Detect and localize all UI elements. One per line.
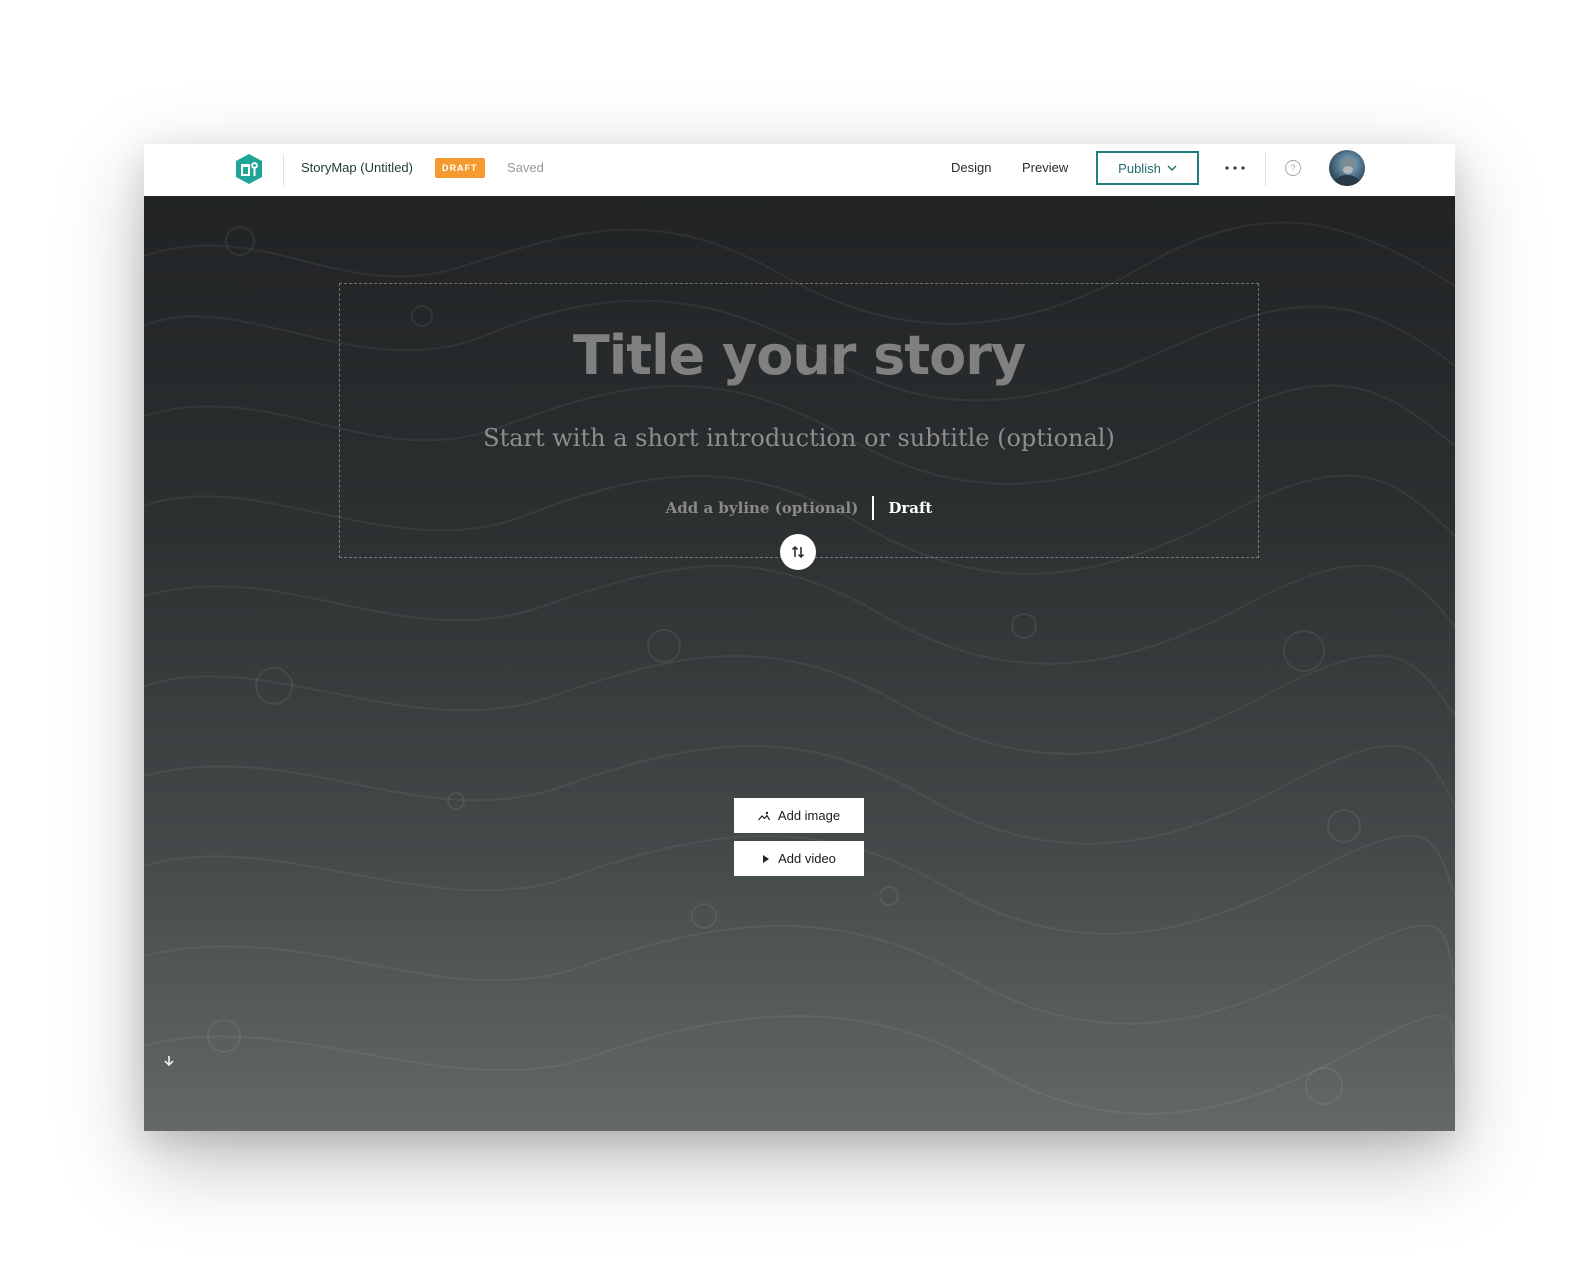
header-divider [283, 154, 284, 186]
user-avatar[interactable] [1329, 150, 1365, 186]
more-horizontal-icon [1225, 166, 1245, 170]
byline-separator [872, 496, 875, 520]
more-options-button[interactable] [1222, 156, 1248, 180]
question-icon[interactable]: ? [1285, 160, 1301, 176]
swap-layout-button[interactable] [780, 534, 816, 570]
play-icon [763, 854, 770, 863]
arrow-down-icon[interactable] [162, 1054, 176, 1068]
chevron-down-icon [1167, 165, 1177, 171]
byline-row: Add a byline (optional) Draft [340, 496, 1258, 520]
story-cover: Title your story Start with a short intr… [144, 196, 1455, 1131]
byline-status: Draft [888, 499, 933, 517]
avatar-image [1334, 157, 1360, 186]
title-area: Title your story Start with a short intr… [339, 283, 1259, 558]
header-divider [1265, 152, 1266, 186]
story-title[interactable]: StoryMap (Untitled) [301, 160, 413, 175]
byline-input[interactable]: Add a byline (optional) [666, 499, 859, 517]
add-image-label: Add image [777, 808, 841, 823]
storymaps-logo-icon[interactable] [234, 153, 264, 185]
story-title-input[interactable]: Title your story [340, 324, 1258, 387]
header-bar: StoryMap (Untitled) DRAFT Saved Design P… [144, 144, 1455, 197]
story-subtitle-input[interactable]: Start with a short introduction or subti… [340, 424, 1258, 452]
add-image-button[interactable]: Add image [734, 798, 864, 833]
publish-button[interactable]: Publish [1096, 151, 1199, 185]
preview-button[interactable]: Preview [1022, 160, 1068, 175]
storymap-builder-window: StoryMap (Untitled) DRAFT Saved Design P… [144, 144, 1455, 1131]
add-video-button[interactable]: Add video [734, 841, 864, 876]
publish-label: Publish [1118, 160, 1161, 176]
image-icon [757, 811, 770, 820]
design-button[interactable]: Design [951, 160, 991, 175]
draft-badge: DRAFT [435, 158, 485, 178]
add-video-label: Add video [778, 851, 836, 866]
save-status: Saved [507, 160, 544, 175]
swap-vertical-icon [791, 545, 805, 559]
